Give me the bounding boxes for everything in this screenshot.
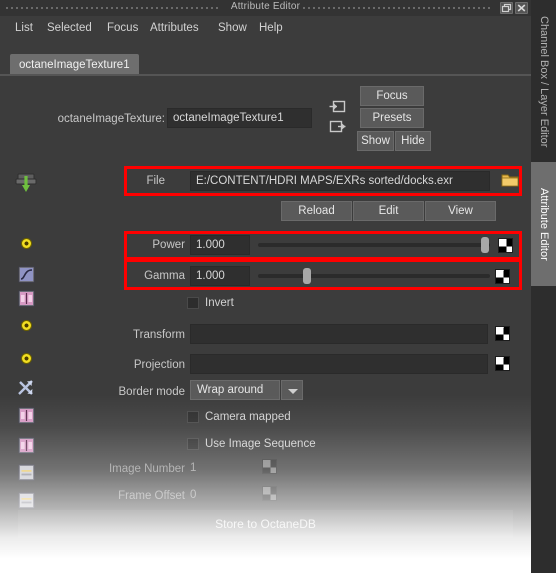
frame-offset-label: Frame Offset: [118, 490, 185, 502]
import-texture-icon[interactable]: [14, 172, 38, 199]
power-slider-track[interactable]: [258, 237, 490, 253]
projection-input[interactable]: [190, 354, 488, 374]
menu-item-focus[interactable]: Focus: [104, 20, 141, 37]
edit-button[interactable]: Edit: [353, 201, 424, 221]
open-folder-icon: [501, 174, 519, 187]
power-label: Power: [152, 239, 185, 251]
node-tab-octane-image-texture1[interactable]: octaneImageTexture1: [10, 54, 139, 76]
menu-item-help[interactable]: Help: [256, 20, 286, 37]
view-button[interactable]: View: [425, 201, 496, 221]
s-curve-icon: [20, 268, 33, 281]
invert-checkbox[interactable]: [187, 297, 199, 309]
import-arrow-icon: [15, 173, 37, 192]
store-to-octanedb-button[interactable]: Store to OctaneDB: [18, 510, 513, 538]
transform-map-button[interactable]: [495, 326, 510, 341]
focus-button[interactable]: Focus: [360, 86, 424, 106]
yellow-dot-icon-1[interactable]: [21, 238, 32, 249]
show-button[interactable]: Show: [357, 131, 394, 151]
camera-mapped-label: Camera mapped: [205, 411, 291, 423]
output-connector-icon[interactable]: [329, 119, 346, 139]
node-name-label: octaneImageTexture:: [57, 113, 165, 125]
right-tab-rail: Channel Box / Layer Editor Attribute Edi…: [531, 0, 556, 573]
node-name-field[interactable]: octaneImageTexture1: [167, 108, 312, 128]
scatter-node-icon[interactable]: [16, 378, 36, 403]
projection-map-button[interactable]: [495, 356, 510, 371]
hide-button[interactable]: Hide: [395, 131, 431, 151]
menu-item-attributes[interactable]: Attributes: [147, 20, 202, 37]
menu-item-show[interactable]: Show: [215, 20, 250, 37]
mirror-node-icon-1[interactable]: [18, 290, 35, 307]
power-slider-thumb[interactable]: [481, 237, 490, 253]
transform-label: Transform: [133, 329, 185, 341]
yellow-dot-icon-2[interactable]: [21, 320, 32, 331]
gamma-slider-thumb[interactable]: [302, 268, 311, 284]
power-value-input[interactable]: 1.000: [190, 235, 250, 255]
tab-channel-box-layer-editor[interactable]: Channel Box / Layer Editor: [531, 6, 556, 158]
file-path-input[interactable]: E:/CONTENT/HDRI MAPS/EXRs sorted/docks.e…: [190, 171, 490, 191]
use-image-sequence-label: Use Image Sequence: [205, 438, 316, 450]
image-number-label: Image Number: [108, 463, 185, 475]
image-number-value: 1: [190, 462, 197, 474]
input-connector-icon[interactable]: [329, 99, 346, 119]
attribute-editor-window: Attribute Editor List Selected Focus Att…: [0, 0, 556, 573]
use-image-sequence-checkbox[interactable]: [187, 438, 199, 450]
gamma-map-button[interactable]: [495, 269, 510, 284]
projection-label: Projection: [133, 359, 185, 371]
border-mode-select[interactable]: Wrap around: [190, 380, 280, 400]
invert-label: Invert: [205, 297, 234, 309]
slider-node-icon-1[interactable]: [18, 464, 35, 481]
chevron-down-icon[interactable]: [281, 380, 303, 400]
curve-node-icon[interactable]: [18, 266, 35, 283]
menu-item-list[interactable]: List: [12, 20, 36, 37]
camera-mapped-checkbox[interactable]: [187, 411, 199, 423]
close-window-button[interactable]: [515, 2, 528, 14]
mirror-bars-icon-2: [20, 409, 33, 422]
frame-offset-map-button: [262, 486, 277, 501]
power-map-button[interactable]: [498, 238, 513, 253]
yellow-dot-icon-3[interactable]: [21, 353, 32, 364]
restore-window-button[interactable]: [500, 2, 513, 14]
menu-item-selected[interactable]: Selected: [44, 20, 95, 37]
close-icon: [517, 4, 526, 12]
two-bars-icon-1: [20, 466, 33, 479]
arrow-into-box-icon: [329, 100, 346, 113]
gamma-slider-track[interactable]: [258, 268, 490, 284]
window-title: Attribute Editor: [230, 1, 301, 12]
two-bars-icon-2: [20, 494, 33, 507]
title-bar: Attribute Editor: [0, 0, 531, 16]
crossing-arrows-icon: [18, 380, 33, 395]
tab-attribute-editor[interactable]: Attribute Editor: [531, 162, 556, 286]
mirror-bars-icon: [20, 292, 33, 305]
mirror-bars-icon-3: [20, 439, 33, 452]
frame-offset-value: 0: [190, 489, 197, 501]
reload-button[interactable]: Reload: [281, 201, 352, 221]
border-mode-label: Border mode: [118, 386, 185, 398]
restore-icon: [501, 3, 512, 13]
file-label: File: [146, 175, 165, 187]
menu-bar: List Selected Focus Attributes Show Help: [0, 16, 531, 41]
presets-button[interactable]: Presets: [360, 108, 424, 128]
transform-input[interactable]: [190, 324, 488, 344]
gamma-label: Gamma: [144, 270, 185, 282]
image-number-map-button: [262, 459, 277, 474]
gamma-value-input[interactable]: 1.000: [190, 266, 250, 286]
tab-strip-underline: [0, 74, 531, 76]
slider-node-icon-2[interactable]: [18, 492, 35, 509]
mirror-node-icon-2[interactable]: [18, 407, 35, 424]
mirror-node-icon-3[interactable]: [18, 437, 35, 454]
arrow-out-of-box-icon: [329, 120, 346, 133]
folder-icon[interactable]: [501, 172, 519, 193]
